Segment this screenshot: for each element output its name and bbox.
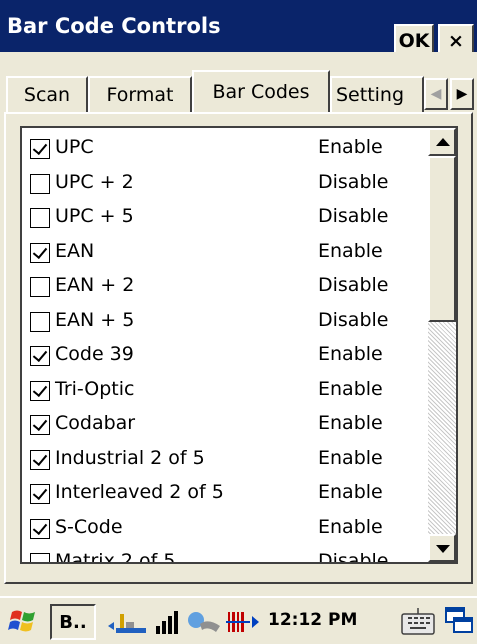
barcode-status: Disable (318, 308, 389, 331)
tab-settings[interactable]: Setting (330, 76, 424, 112)
scroll-down-button[interactable] (428, 534, 456, 562)
clock[interactable]: 12:12 PM (268, 610, 357, 630)
barcode-name: S-Code (55, 515, 123, 538)
system-tray: 12:12 PM (102, 604, 382, 640)
barcode-row[interactable]: EAN + 5 Disable (22, 305, 426, 339)
barcode-checkbox[interactable] (30, 415, 50, 435)
taskbar: B.. 12:12 PM (0, 596, 477, 644)
keyboard-icon[interactable] (400, 606, 436, 638)
barcode-status: Enable (318, 481, 383, 503)
barcode-name: EAN (55, 239, 95, 262)
barcode-status: Enable (318, 446, 383, 469)
barcode-status: Enable (318, 515, 383, 538)
barcode-row[interactable]: Matrix 2 of 5 Disable (22, 546, 426, 564)
barcode-row[interactable]: S-Code Enable (22, 512, 426, 546)
scanner-icon[interactable] (226, 610, 260, 636)
barcode-row[interactable]: Industrial 2 of 5 Enable (22, 443, 426, 477)
barcode-checkbox[interactable] (30, 311, 50, 332)
vertical-scrollbar[interactable] (428, 128, 456, 562)
barcode-row[interactable]: Interleaved 2 of 5 Enable (22, 477, 426, 511)
barcode-name: Interleaved 2 of 5 (55, 481, 224, 503)
barcode-status: Disable (318, 550, 389, 564)
barcode-checkbox[interactable] (30, 208, 50, 228)
desktop-icon[interactable] (444, 606, 474, 638)
barcode-name: EAN + 2 (55, 274, 135, 296)
barcode-status: Enable (318, 377, 383, 400)
tab-bar-codes[interactable]: Bar Codes (192, 70, 330, 112)
barcode-checkbox[interactable] (30, 518, 50, 539)
barcode-row[interactable]: Code 39 Enable (22, 339, 426, 373)
barcode-name: UPC + 2 (55, 170, 134, 193)
barcode-name: Codabar (55, 412, 136, 434)
screen: Bar Code Controls OK × Scan Format Bar C… (0, 0, 477, 644)
barcode-checkbox[interactable] (30, 449, 50, 470)
barcode-checkbox[interactable] (30, 242, 50, 263)
barcode-name: Code 39 (55, 343, 134, 365)
barcode-row[interactable]: Codabar Enable (22, 408, 426, 442)
taskbar-window-button[interactable]: B.. (50, 604, 96, 640)
scrollbar-thumb[interactable] (428, 156, 456, 322)
barcode-name: UPC (55, 136, 94, 158)
arrow-left-icon: ◀ (430, 86, 442, 102)
tab-scroll-right-button[interactable]: ▶ (450, 78, 474, 110)
arrow-right-icon: ▶ (456, 86, 468, 102)
network-icon[interactable] (106, 610, 152, 636)
barcode-checkbox[interactable] (30, 346, 50, 366)
barcode-checkbox[interactable] (30, 380, 50, 401)
barcode-checkbox[interactable] (30, 173, 50, 194)
barcode-list[interactable]: UPC Enable UPC + 2 Disable UPC + 5 Disable EAN… (20, 126, 458, 564)
barcode-name: Industrial 2 of 5 (55, 446, 205, 469)
signal-strength-icon[interactable] (154, 608, 182, 636)
barcode-row[interactable]: UPC + 2 Disable (22, 167, 426, 201)
activesync-icon[interactable] (186, 610, 222, 636)
barcode-checkbox[interactable] (30, 277, 50, 297)
barcode-status: Disable (318, 205, 389, 227)
barcode-name: EAN + 5 (55, 308, 135, 331)
barcode-row[interactable]: EAN Enable (22, 236, 426, 270)
barcode-row[interactable]: UPC Enable (22, 132, 426, 166)
barcode-status: Disable (318, 170, 389, 193)
barcode-status: Enable (318, 136, 383, 158)
barcode-name: UPC + 5 (55, 205, 134, 227)
scroll-up-button[interactable] (428, 128, 456, 156)
barcode-checkbox[interactable] (30, 553, 50, 562)
barcode-row[interactable]: UPC + 5 Disable (22, 201, 426, 235)
barcode-row[interactable]: Tri-Optic Enable (22, 374, 426, 408)
windows-start-icon[interactable] (8, 606, 40, 636)
barcode-status: Disable (318, 274, 389, 296)
barcode-status: Enable (318, 412, 383, 434)
tab-scroll-left-button[interactable]: ◀ (424, 78, 448, 110)
barcode-name: Tri-Optic (55, 377, 135, 400)
barcode-checkbox[interactable] (30, 484, 50, 504)
tab-format[interactable]: Format (88, 76, 192, 112)
tab-scan[interactable]: Scan (6, 76, 88, 112)
barcode-checkbox[interactable] (30, 139, 50, 159)
barcode-row[interactable]: EAN + 2 Disable (22, 270, 426, 304)
barcode-name: Matrix 2 of 5 (55, 550, 176, 564)
barcode-status: Enable (318, 343, 383, 365)
barcode-status: Enable (318, 239, 383, 262)
